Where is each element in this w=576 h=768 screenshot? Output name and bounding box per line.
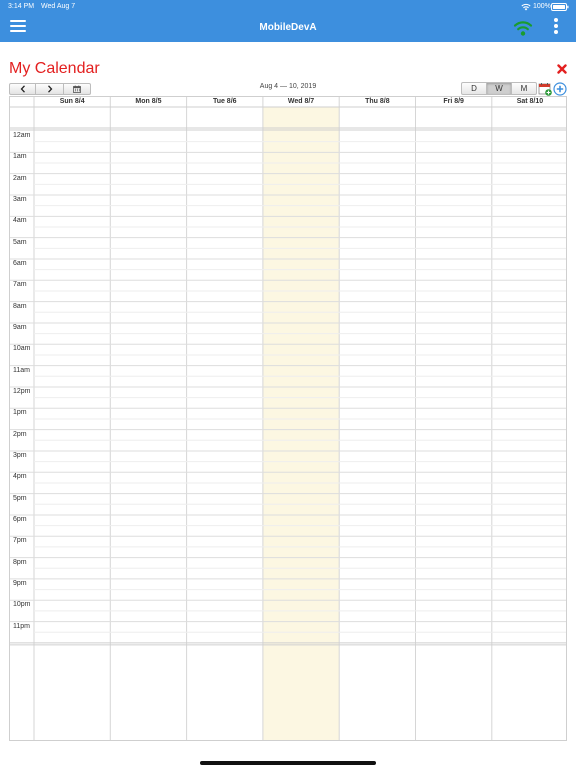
battery-percentage: 100% xyxy=(533,3,551,10)
day-header-5[interactable]: Thu 8/8 xyxy=(339,98,415,107)
hour-label: 3pm xyxy=(13,451,27,459)
hour-label: 3am xyxy=(13,195,27,203)
wifi-signal-icon[interactable] xyxy=(513,19,533,36)
status-date: Wed Aug 7 xyxy=(41,3,76,10)
day-header-6[interactable]: Fri 8/9 xyxy=(416,98,492,107)
add-calendar-icon[interactable] xyxy=(538,82,552,96)
home-indicator xyxy=(200,761,376,765)
hour-label: 6pm xyxy=(13,515,27,523)
hour-label: 10am xyxy=(13,345,31,353)
week-calendar-grid: Sun 8/4 Mon 8/5 Tue 8/6 Wed 8/7 Thu 8/8 Fri 8… xyxy=(9,96,567,741)
day-view-button[interactable]: D xyxy=(461,82,487,95)
hour-label: 12pm xyxy=(13,387,31,395)
hour-label: 11am xyxy=(13,366,30,374)
hour-label: 9pm xyxy=(13,579,27,587)
day-header-4[interactable]: Wed 8/7 xyxy=(263,98,339,107)
day-header-3[interactable]: Tue 8/6 xyxy=(187,98,263,107)
hour-label: 1pm xyxy=(13,409,27,417)
hour-label: 4am xyxy=(13,217,27,225)
hour-label: 12am xyxy=(13,132,31,139)
status-time: 3:14 PM xyxy=(8,3,35,10)
hour-label: 2am xyxy=(13,174,27,182)
hour-label: 9am xyxy=(13,323,27,331)
month-view-button[interactable]: M xyxy=(511,82,537,95)
hour-label: 10pm xyxy=(13,601,31,609)
view-switcher: D W M xyxy=(461,82,538,95)
close-icon[interactable] xyxy=(557,64,567,74)
calendar-grid-lines xyxy=(10,97,566,740)
hour-label: 5pm xyxy=(13,494,27,502)
wifi-icon xyxy=(521,3,531,11)
hour-label: 4pm xyxy=(13,473,27,481)
week-view-button[interactable]: W xyxy=(486,82,512,95)
battery-icon xyxy=(551,3,569,11)
app-title: MobileDevA xyxy=(259,22,317,33)
app-bar: 3:14 PM Wed Aug 7 100% MobileDevA xyxy=(0,0,576,42)
hour-label: 8am xyxy=(13,302,27,310)
day-header-1[interactable]: Sun 8/4 xyxy=(34,98,110,107)
hour-label: 11pm xyxy=(13,622,30,630)
hamburger-menu-icon[interactable] xyxy=(10,20,26,32)
hour-label: 1am xyxy=(13,153,27,161)
hour-label: 7am xyxy=(13,281,27,289)
day-header-7[interactable]: Sat 8/10 xyxy=(492,98,566,107)
hour-label: 5am xyxy=(13,238,27,246)
hour-label: 2pm xyxy=(13,430,27,438)
page-title: My Calendar xyxy=(9,60,100,77)
day-header-2[interactable]: Mon 8/5 xyxy=(110,98,186,107)
add-circle-icon[interactable] xyxy=(553,82,567,96)
hour-label: 6am xyxy=(13,259,27,267)
more-vertical-icon[interactable] xyxy=(552,18,560,36)
hour-label: 7pm xyxy=(13,537,27,545)
hour-label: 8pm xyxy=(13,558,27,566)
